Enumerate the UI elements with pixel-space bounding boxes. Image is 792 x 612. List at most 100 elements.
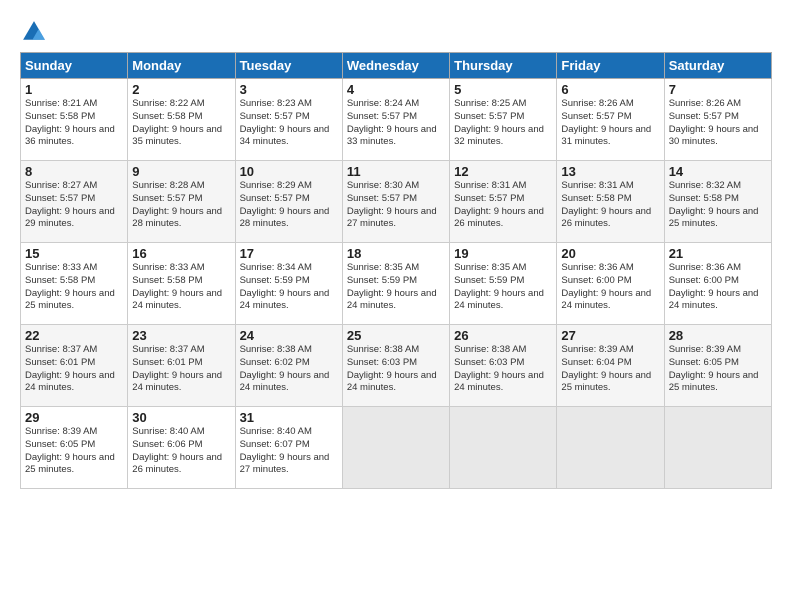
calendar-cell: 16 Sunrise: 8:33 AMSunset: 5:58 PMDaylig… [128, 243, 235, 325]
day-info: Sunrise: 8:39 AMSunset: 6:05 PMDaylight:… [669, 344, 759, 393]
calendar-cell: 19 Sunrise: 8:35 AMSunset: 5:59 PMDaylig… [450, 243, 557, 325]
header-saturday: Saturday [664, 53, 771, 79]
day-info: Sunrise: 8:37 AMSunset: 6:01 PMDaylight:… [25, 344, 115, 393]
day-info: Sunrise: 8:32 AMSunset: 5:58 PMDaylight:… [669, 180, 759, 229]
calendar-cell: 8 Sunrise: 8:27 AMSunset: 5:57 PMDayligh… [21, 161, 128, 243]
day-info: Sunrise: 8:33 AMSunset: 5:58 PMDaylight:… [25, 262, 115, 311]
day-number: 23 [132, 328, 230, 343]
calendar-cell: 3 Sunrise: 8:23 AMSunset: 5:57 PMDayligh… [235, 79, 342, 161]
day-number: 16 [132, 246, 230, 261]
day-info: Sunrise: 8:28 AMSunset: 5:57 PMDaylight:… [132, 180, 222, 229]
day-number: 14 [669, 164, 767, 179]
day-number: 31 [240, 410, 338, 425]
day-info: Sunrise: 8:38 AMSunset: 6:03 PMDaylight:… [454, 344, 544, 393]
day-info: Sunrise: 8:27 AMSunset: 5:57 PMDaylight:… [25, 180, 115, 229]
calendar-cell: 24 Sunrise: 8:38 AMSunset: 6:02 PMDaylig… [235, 325, 342, 407]
day-number: 24 [240, 328, 338, 343]
day-info: Sunrise: 8:40 AMSunset: 6:06 PMDaylight:… [132, 426, 222, 475]
day-number: 29 [25, 410, 123, 425]
calendar-cell: 7 Sunrise: 8:26 AMSunset: 5:57 PMDayligh… [664, 79, 771, 161]
header-wednesday: Wednesday [342, 53, 449, 79]
header-friday: Friday [557, 53, 664, 79]
calendar-week-2: 8 Sunrise: 8:27 AMSunset: 5:57 PMDayligh… [21, 161, 772, 243]
header-monday: Monday [128, 53, 235, 79]
day-info: Sunrise: 8:39 AMSunset: 6:05 PMDaylight:… [25, 426, 115, 475]
day-number: 19 [454, 246, 552, 261]
calendar-cell [557, 407, 664, 489]
day-number: 25 [347, 328, 445, 343]
day-info: Sunrise: 8:26 AMSunset: 5:57 PMDaylight:… [561, 98, 651, 147]
calendar-cell: 9 Sunrise: 8:28 AMSunset: 5:57 PMDayligh… [128, 161, 235, 243]
day-number: 28 [669, 328, 767, 343]
day-info: Sunrise: 8:36 AMSunset: 6:00 PMDaylight:… [561, 262, 651, 311]
calendar-cell: 14 Sunrise: 8:32 AMSunset: 5:58 PMDaylig… [664, 161, 771, 243]
calendar-cell: 5 Sunrise: 8:25 AMSunset: 5:57 PMDayligh… [450, 79, 557, 161]
day-number: 15 [25, 246, 123, 261]
calendar-week-4: 22 Sunrise: 8:37 AMSunset: 6:01 PMDaylig… [21, 325, 772, 407]
page: Sunday Monday Tuesday Wednesday Thursday… [0, 0, 792, 499]
day-number: 13 [561, 164, 659, 179]
calendar-cell: 6 Sunrise: 8:26 AMSunset: 5:57 PMDayligh… [557, 79, 664, 161]
header [20, 18, 772, 46]
header-sunday: Sunday [21, 53, 128, 79]
calendar-cell: 11 Sunrise: 8:30 AMSunset: 5:57 PMDaylig… [342, 161, 449, 243]
logo [20, 18, 52, 46]
day-number: 9 [132, 164, 230, 179]
calendar-table: Sunday Monday Tuesday Wednesday Thursday… [20, 52, 772, 489]
day-number: 4 [347, 82, 445, 97]
day-info: Sunrise: 8:22 AMSunset: 5:58 PMDaylight:… [132, 98, 222, 147]
day-number: 6 [561, 82, 659, 97]
calendar-cell: 15 Sunrise: 8:33 AMSunset: 5:58 PMDaylig… [21, 243, 128, 325]
day-number: 30 [132, 410, 230, 425]
day-number: 26 [454, 328, 552, 343]
day-info: Sunrise: 8:25 AMSunset: 5:57 PMDaylight:… [454, 98, 544, 147]
calendar-week-1: 1 Sunrise: 8:21 AMSunset: 5:58 PMDayligh… [21, 79, 772, 161]
calendar-cell: 29 Sunrise: 8:39 AMSunset: 6:05 PMDaylig… [21, 407, 128, 489]
header-row: Sunday Monday Tuesday Wednesday Thursday… [21, 53, 772, 79]
day-number: 3 [240, 82, 338, 97]
day-number: 20 [561, 246, 659, 261]
calendar-cell: 17 Sunrise: 8:34 AMSunset: 5:59 PMDaylig… [235, 243, 342, 325]
calendar-cell: 30 Sunrise: 8:40 AMSunset: 6:06 PMDaylig… [128, 407, 235, 489]
day-info: Sunrise: 8:29 AMSunset: 5:57 PMDaylight:… [240, 180, 330, 229]
day-info: Sunrise: 8:31 AMSunset: 5:58 PMDaylight:… [561, 180, 651, 229]
header-thursday: Thursday [450, 53, 557, 79]
day-number: 18 [347, 246, 445, 261]
calendar-cell: 26 Sunrise: 8:38 AMSunset: 6:03 PMDaylig… [450, 325, 557, 407]
calendar-cell: 20 Sunrise: 8:36 AMSunset: 6:00 PMDaylig… [557, 243, 664, 325]
header-tuesday: Tuesday [235, 53, 342, 79]
day-info: Sunrise: 8:35 AMSunset: 5:59 PMDaylight:… [454, 262, 544, 311]
day-info: Sunrise: 8:21 AMSunset: 5:58 PMDaylight:… [25, 98, 115, 147]
day-info: Sunrise: 8:24 AMSunset: 5:57 PMDaylight:… [347, 98, 437, 147]
day-number: 5 [454, 82, 552, 97]
calendar-week-3: 15 Sunrise: 8:33 AMSunset: 5:58 PMDaylig… [21, 243, 772, 325]
day-info: Sunrise: 8:30 AMSunset: 5:57 PMDaylight:… [347, 180, 437, 229]
calendar-cell: 2 Sunrise: 8:22 AMSunset: 5:58 PMDayligh… [128, 79, 235, 161]
day-number: 10 [240, 164, 338, 179]
calendar-cell: 27 Sunrise: 8:39 AMSunset: 6:04 PMDaylig… [557, 325, 664, 407]
calendar-cell: 28 Sunrise: 8:39 AMSunset: 6:05 PMDaylig… [664, 325, 771, 407]
day-info: Sunrise: 8:26 AMSunset: 5:57 PMDaylight:… [669, 98, 759, 147]
calendar-cell: 12 Sunrise: 8:31 AMSunset: 5:57 PMDaylig… [450, 161, 557, 243]
calendar-cell: 4 Sunrise: 8:24 AMSunset: 5:57 PMDayligh… [342, 79, 449, 161]
calendar-cell [450, 407, 557, 489]
calendar-cell: 18 Sunrise: 8:35 AMSunset: 5:59 PMDaylig… [342, 243, 449, 325]
day-number: 8 [25, 164, 123, 179]
day-info: Sunrise: 8:38 AMSunset: 6:02 PMDaylight:… [240, 344, 330, 393]
day-number: 11 [347, 164, 445, 179]
day-number: 1 [25, 82, 123, 97]
day-info: Sunrise: 8:35 AMSunset: 5:59 PMDaylight:… [347, 262, 437, 311]
calendar-cell [342, 407, 449, 489]
calendar-cell: 31 Sunrise: 8:40 AMSunset: 6:07 PMDaylig… [235, 407, 342, 489]
day-number: 27 [561, 328, 659, 343]
logo-icon [20, 18, 48, 46]
calendar-cell: 10 Sunrise: 8:29 AMSunset: 5:57 PMDaylig… [235, 161, 342, 243]
day-number: 2 [132, 82, 230, 97]
day-info: Sunrise: 8:36 AMSunset: 6:00 PMDaylight:… [669, 262, 759, 311]
calendar-cell: 22 Sunrise: 8:37 AMSunset: 6:01 PMDaylig… [21, 325, 128, 407]
day-info: Sunrise: 8:23 AMSunset: 5:57 PMDaylight:… [240, 98, 330, 147]
day-info: Sunrise: 8:39 AMSunset: 6:04 PMDaylight:… [561, 344, 651, 393]
calendar-week-5: 29 Sunrise: 8:39 AMSunset: 6:05 PMDaylig… [21, 407, 772, 489]
day-info: Sunrise: 8:37 AMSunset: 6:01 PMDaylight:… [132, 344, 222, 393]
calendar-cell [664, 407, 771, 489]
